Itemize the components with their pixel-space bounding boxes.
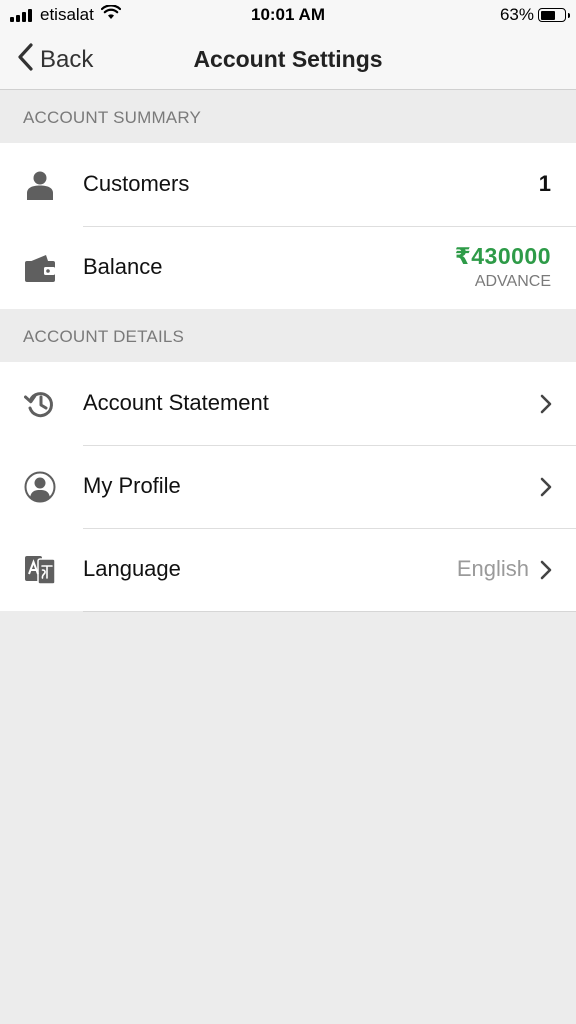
my-profile-row[interactable]: My Profile [0, 445, 576, 528]
profile-circle-icon [24, 471, 56, 503]
account-statement-row[interactable]: Account Statement [0, 362, 576, 445]
language-label: Language [83, 556, 181, 581]
balance-label: Balance [83, 254, 163, 279]
status-time: 10:01 AM [250, 5, 325, 24]
customers-label: Customers [83, 171, 190, 196]
status-right: 63% [499, 5, 570, 25]
navigation-bar: Back Account Settings [0, 30, 576, 90]
battery-fill [540, 10, 555, 20]
battery-icon [538, 8, 570, 22]
list-bottom-divider [83, 611, 576, 612]
translate-icon [24, 554, 56, 586]
account-settings-screen: etisalat 10:01 AM 63% Back Account Setti… [0, 0, 576, 1024]
account-details-list: Account Statement My Profile Language En… [0, 362, 576, 611]
my-profile-label: My Profile [83, 473, 181, 498]
language-row[interactable]: Language English [0, 528, 576, 611]
chevron-right-icon [540, 394, 552, 419]
language-value: English [456, 556, 529, 581]
customers-count: 1 [538, 171, 551, 196]
battery-percent: 63% [499, 5, 534, 24]
history-icon [24, 388, 56, 420]
account-summary-list: Customers 1 Balance ₹430000 ADVANCE [0, 143, 576, 309]
battery-cap [567, 12, 570, 18]
person-icon [24, 169, 56, 201]
chevron-right-icon [540, 560, 552, 585]
balance-amount: ₹430000 [454, 243, 551, 269]
page-title: Account Settings [193, 46, 383, 72]
customers-row[interactable]: Customers 1 [0, 143, 576, 226]
chevron-right-icon [540, 477, 552, 502]
section-header-account-details: ACCOUNT DETAILS [0, 310, 576, 362]
balance-status: ADVANCE [474, 273, 551, 290]
balance-row[interactable]: Balance ₹430000 ADVANCE [0, 226, 576, 309]
status-bar: etisalat 10:01 AM 63% [0, 0, 576, 30]
account-statement-label: Account Statement [83, 390, 269, 415]
wallet-icon [24, 252, 56, 284]
section-header-account-summary: ACCOUNT SUMMARY [0, 91, 576, 143]
